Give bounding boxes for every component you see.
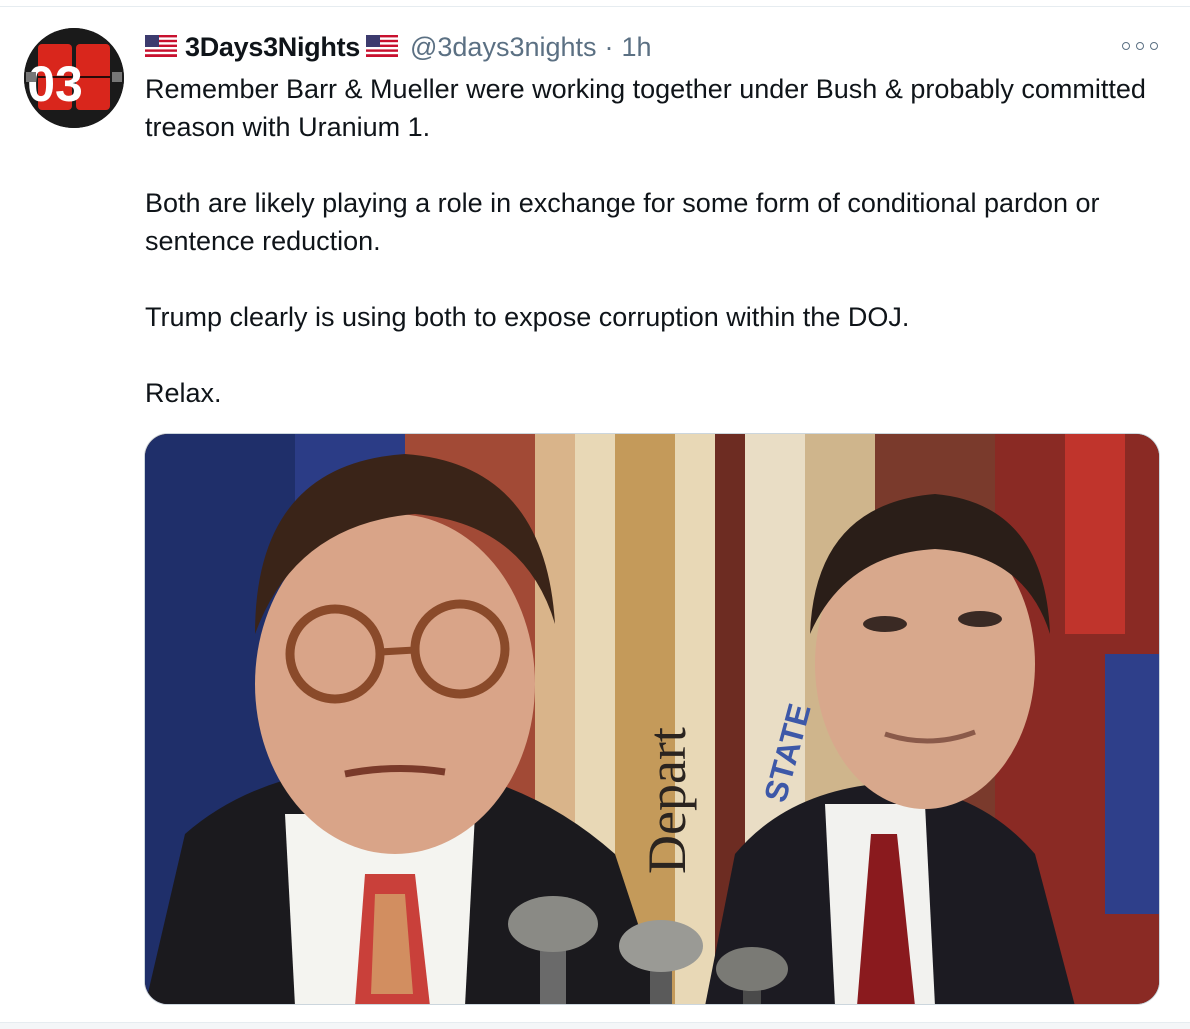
more-dot	[1136, 42, 1144, 50]
tweet-header: 3Days3Nights @3days3nights · 1h	[145, 28, 652, 66]
avatar[interactable]: 03	[24, 28, 124, 128]
top-divider	[0, 6, 1190, 7]
microphone	[619, 920, 703, 972]
tweet-paragraph: Remember Barr & Mueller were working tog…	[145, 74, 1146, 142]
banner-text-1: Depart	[637, 727, 697, 874]
microphone	[716, 947, 788, 991]
us-flag-icon	[365, 35, 398, 57]
user-handle[interactable]: @3days3nights	[410, 32, 597, 63]
press-conference-photo: Depart STATE	[145, 434, 1159, 1004]
more-dot	[1150, 42, 1158, 50]
separator-dot: ·	[604, 31, 614, 62]
tweet-photo[interactable]: Depart STATE	[144, 433, 1160, 1005]
microphone	[508, 896, 598, 952]
display-name[interactable]: 3Days3Nights	[185, 32, 360, 63]
flip-clock-avatar-icon: 03	[24, 28, 124, 128]
timestamp[interactable]: 1h	[622, 32, 652, 63]
more-dot	[1122, 42, 1130, 50]
avatar-digit-1: 03	[27, 56, 83, 112]
tweet-paragraph: Trump clearly is using both to expose co…	[145, 302, 910, 332]
more-options-icon[interactable]	[1122, 34, 1158, 58]
tweet-paragraph: Both are likely playing a role in exchan…	[145, 188, 1100, 256]
us-flag-icon	[145, 35, 177, 57]
tweet-paragraph: Relax.	[145, 378, 222, 408]
tweet-text: Remember Barr & Mueller were working tog…	[145, 70, 1155, 412]
